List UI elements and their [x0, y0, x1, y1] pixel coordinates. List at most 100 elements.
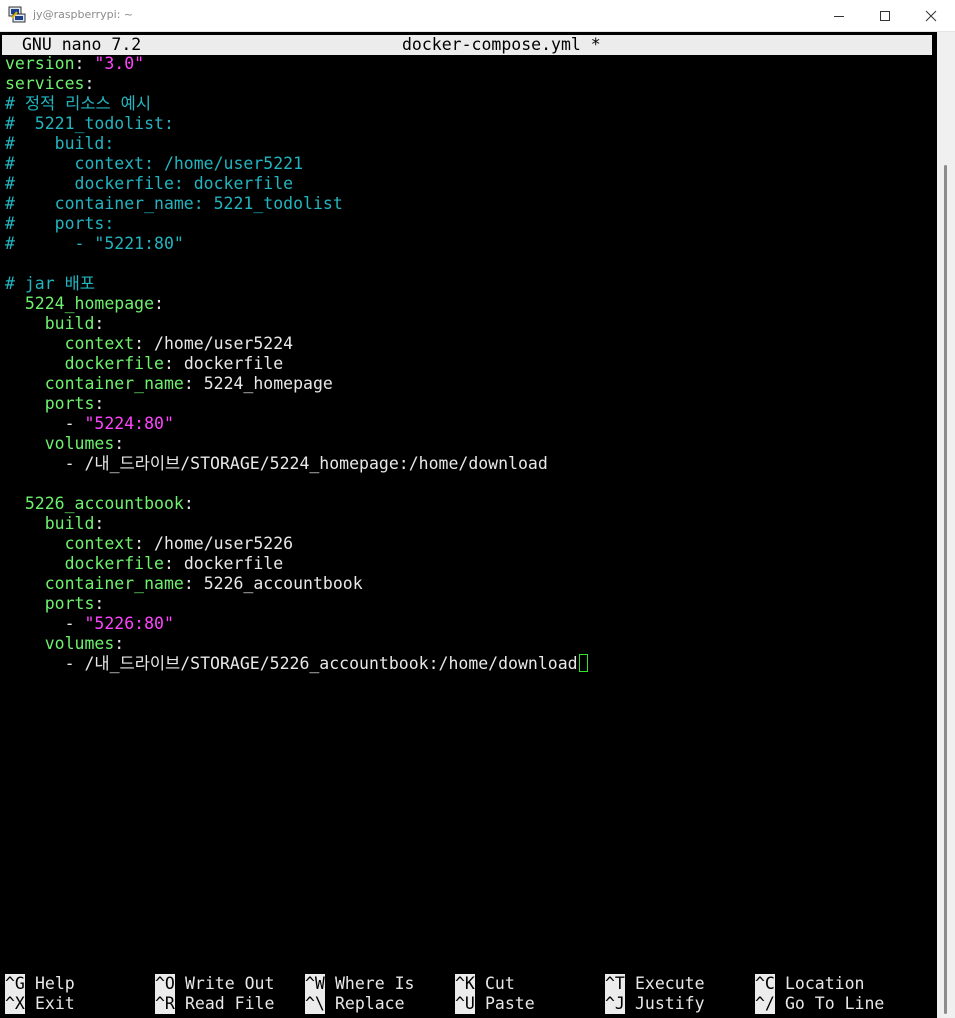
maximize-button[interactable]	[862, 0, 908, 31]
terminal-area[interactable]: version: "3.0" services: # 정적 리소스 예시 # 5221…	[2, 32, 937, 1018]
shortcut-label: Write Out	[185, 974, 275, 993]
editor-text-segment	[5, 374, 45, 393]
editor-text-segment: -	[5, 614, 85, 633]
editor-text-segment: dockerfile	[64, 354, 164, 373]
editor-text-segment: :	[94, 594, 105, 613]
editor-text-segment: : 5226_accountbook	[183, 574, 363, 593]
editor-line: context: /home/user5226	[5, 534, 294, 554]
editor-line: ports:	[5, 594, 105, 614]
minimize-button[interactable]	[816, 0, 862, 31]
editor-line: - "5226:80"	[5, 614, 174, 634]
shortcut-label: Location	[785, 974, 865, 993]
editor-text-segment: build	[44, 314, 95, 333]
editor-line: container_name: 5224_homepage	[5, 374, 333, 394]
scrollbar-thumb[interactable]	[944, 165, 947, 1014]
putty-icon	[8, 6, 26, 23]
editor-text-segment	[5, 434, 45, 453]
editor-text-segment: "5226:80"	[84, 614, 174, 633]
editor-text-segment: : dockerfile	[163, 354, 284, 373]
title-bar[interactable]: jy@raspberrypi: ~	[0, 0, 955, 32]
editor-line: # dockerfile: dockerfile	[5, 174, 293, 194]
editor-text-segment: container_name	[44, 374, 184, 393]
shortcut-key: ^\	[305, 994, 325, 1014]
editor-line: 5226_accountbook:	[5, 494, 194, 514]
editor-line: # ports:	[5, 214, 114, 234]
close-button[interactable]	[908, 0, 954, 31]
shortcut-label: Where Is	[335, 974, 415, 993]
editor-text-segment	[5, 494, 25, 513]
editor-line: build:	[5, 314, 105, 334]
editor-text-segment: # dockerfile: dockerfile	[5, 174, 294, 193]
editor-line: container_name: 5226_accountbook	[5, 574, 363, 594]
editor-text-segment	[5, 514, 45, 533]
maximize-icon	[880, 10, 890, 21]
editor-line: # 정적 리소스 예시	[5, 94, 151, 114]
editor-line: dockerfile: dockerfile	[5, 354, 284, 374]
editor-line: ports:	[5, 394, 105, 414]
shortcut-key: ^W	[305, 974, 325, 994]
shortcut-key: ^K	[455, 974, 475, 994]
editor-text-segment: :	[94, 314, 105, 333]
editor-line: # - "5221:80"	[5, 234, 184, 254]
nano-header-bar: GNU nano 7.2 docker-compose.yml *	[2, 35, 932, 55]
editor-line: - /내_드라이브/STORAGE/5224_homepage:/home/do…	[5, 454, 548, 474]
editor-text-segment: context	[64, 334, 135, 353]
shortcut-key: ^O	[155, 974, 175, 994]
editor-text-segment: -	[5, 414, 85, 433]
window-title: jy@raspberrypi: ~	[33, 8, 134, 21]
editor-text-segment: dockerfile	[64, 554, 164, 573]
editor-text-segment	[5, 574, 45, 593]
shortcut-key: ^/	[755, 994, 775, 1014]
shortcut-label: Replace	[335, 994, 405, 1013]
editor-line: volumes:	[5, 434, 124, 454]
editor-line: # context: /home/user5221	[5, 154, 303, 174]
editor-text-segment: :	[183, 494, 194, 513]
editor-text-segment: : 5224_homepage	[183, 374, 333, 393]
editor-text-segment	[5, 534, 65, 553]
editor-text-segment	[5, 594, 45, 613]
shortcut-label: Cut	[485, 974, 515, 993]
editor-text-segment: ports	[44, 394, 95, 413]
editor-text-segment: # context: /home/user5221	[5, 154, 304, 173]
editor-line: 5224_homepage:	[5, 294, 164, 314]
editor-text-segment	[5, 354, 65, 373]
editor-line: - "5224:80"	[5, 414, 174, 434]
editor-text-segment	[5, 394, 45, 413]
editor-text-segment: # 5221_todolist:	[5, 114, 174, 133]
editor-text-segment: :	[94, 394, 105, 413]
nano-version-label: GNU nano 7.2	[22, 35, 142, 54]
editor-line: # 5221_todolist:	[5, 114, 174, 134]
editor-text-segment: :	[74, 54, 95, 73]
terminal-window: jy@raspberrypi: ~ version: "3.0" services…	[0, 0, 955, 1018]
editor-text-segment: - /내_드라이브/STORAGE/5224_homepage:/home/do…	[5, 454, 548, 473]
editor-line: version: "3.0"	[5, 54, 144, 74]
editor-text-segment: services	[5, 74, 85, 93]
editor-text-segment: # jar 배포	[5, 274, 95, 293]
editor-text-segment: :	[94, 514, 105, 533]
editor-text-segment	[5, 634, 45, 653]
shortcut-key: ^U	[455, 994, 475, 1014]
editor-text-segment: # build:	[5, 134, 115, 153]
editor-text-segment: container_name	[44, 574, 184, 593]
text-cursor	[578, 654, 588, 672]
editor-text-segment: :	[114, 634, 125, 653]
editor-text-segment: # 정적 리소스 예시	[5, 94, 151, 113]
editor-text-segment: build	[44, 514, 95, 533]
editor-text-segment: 5226_accountbook	[24, 494, 184, 513]
editor-text-segment: 5224_homepage	[24, 294, 155, 313]
shortcut-key: ^R	[155, 994, 175, 1014]
editor-text-segment: "3.0"	[94, 54, 145, 73]
editor-text-segment: : dockerfile	[163, 554, 284, 573]
editor-line: volumes:	[5, 634, 124, 654]
shortcut-key: ^C	[755, 974, 775, 994]
editor-text-segment: :	[114, 434, 125, 453]
shortcut-label: Read File	[185, 994, 275, 1013]
shortcut-key: ^G	[5, 974, 25, 994]
shortcut-label: Exit	[35, 994, 75, 1013]
shortcut-key: ^T	[605, 974, 625, 994]
shortcut-label: Go To Line	[785, 994, 885, 1013]
editor-text-segment: # - "5221:80"	[5, 234, 184, 253]
minimize-icon	[834, 15, 844, 17]
editor-text-segment: volumes	[44, 634, 115, 653]
editor-text-segment: volumes	[44, 434, 115, 453]
